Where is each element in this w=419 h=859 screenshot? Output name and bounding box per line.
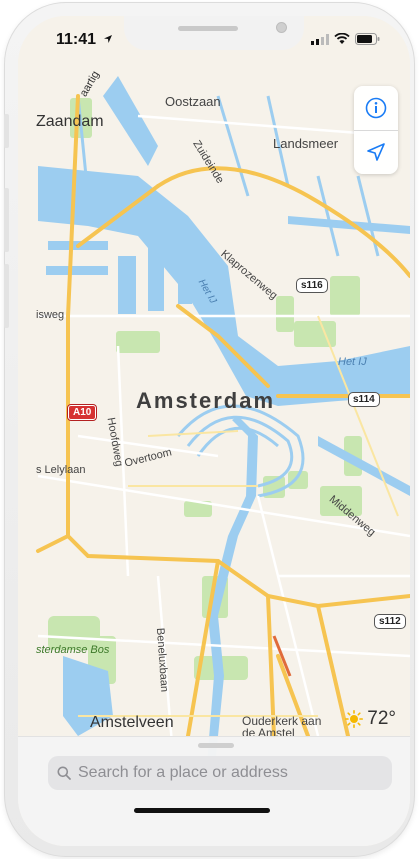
water-label-het-ij-east: Het IJ <box>338 356 367 368</box>
road-shield-s114: s114 <box>348 392 380 407</box>
street-label-lelylaan: s Lelylaan <box>36 464 86 476</box>
status-time: 11:41 <box>56 31 113 49</box>
notch <box>124 16 304 50</box>
weather-widget: 72° <box>345 708 396 730</box>
screen: aartig Zaandam Oostzaan Landsmeer Zuidei… <box>18 16 410 846</box>
mute-switch <box>4 114 9 148</box>
search-sheet[interactable]: Search for a place or address <box>18 736 410 846</box>
search-field[interactable]: Search for a place or address <box>48 756 392 790</box>
speaker-grille <box>178 26 238 31</box>
park-label-bos: sterdamse Bos <box>36 644 110 656</box>
town-label-zaandam: Zaandam <box>36 113 104 130</box>
map-controls <box>354 86 398 174</box>
phone-frame: aartig Zaandam Oostzaan Landsmeer Zuidei… <box>4 2 415 857</box>
street-label-isweg: isweg <box>36 309 65 321</box>
search-icon <box>57 766 71 780</box>
volume-up-button <box>4 188 9 252</box>
current-location-button[interactable] <box>354 130 398 174</box>
volume-down-button <box>4 264 9 328</box>
front-camera <box>276 22 287 33</box>
city-label-amsterdam: Amsterdam <box>136 388 276 413</box>
status-icons <box>311 33 380 45</box>
town-label-oostzaan: Oostzaan <box>165 94 221 109</box>
town-label-amstelveen: Amstelveen <box>90 714 174 731</box>
wifi-icon <box>334 33 350 44</box>
location-arrow-outline-icon <box>367 143 385 161</box>
weather-temperature: 72° <box>367 708 396 729</box>
cellular-signal-icon <box>311 33 329 45</box>
location-arrow-icon <box>103 35 112 43</box>
road-shield-a10: A10 <box>68 405 97 420</box>
search-placeholder: Search for a place or address <box>78 764 288 781</box>
road-shield-s112: s112 <box>374 614 406 629</box>
road-shield-s116: s116 <box>296 278 328 293</box>
sheet-grabber[interactable] <box>198 743 234 748</box>
town-label-landsmeer: Landsmeer <box>273 136 339 151</box>
info-button[interactable] <box>354 86 398 130</box>
battery-icon <box>355 33 380 45</box>
sun-icon <box>345 710 364 728</box>
home-indicator[interactable] <box>134 808 270 813</box>
info-icon <box>365 97 387 119</box>
